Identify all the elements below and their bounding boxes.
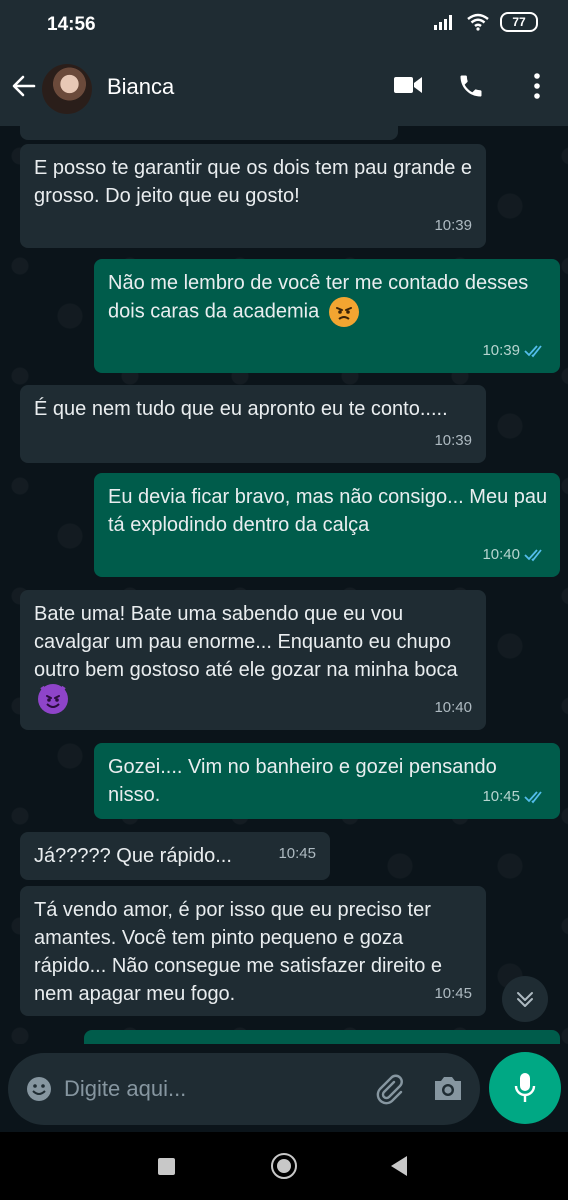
avatar[interactable] <box>42 64 92 114</box>
message-input[interactable]: Digite aqui... <box>64 1076 186 1102</box>
back-arrow-icon[interactable] <box>10 72 38 100</box>
status-time: 14:56 <box>47 14 96 35</box>
message-time: 10:39 <box>482 337 546 365</box>
message-bubble-incoming[interactable]: Já????? Que rápido... 10:45 <box>20 832 330 880</box>
message-text: Não me lembro de você ter me contado des… <box>108 272 529 323</box>
message-bubble-incoming[interactable]: 10:39 <box>20 126 398 140</box>
status-icons: 77 <box>434 12 538 32</box>
video-call-icon[interactable] <box>393 74 423 96</box>
message-bubble-incoming[interactable]: Bate uma! Bate uma sabendo que eu vou ca… <box>20 590 486 730</box>
message-text: Já????? Que rápido... <box>34 845 232 867</box>
message-time: 10:39 <box>434 217 472 234</box>
emoji-icon[interactable] <box>25 1075 53 1103</box>
camera-icon[interactable] <box>432 1074 464 1102</box>
read-ticks-icon <box>524 791 542 804</box>
message-text: Eu devia ficar bravo, mas não consigo...… <box>108 486 548 536</box>
message-bubble-outgoing[interactable]: Gozei.... Vim no banheiro e gozei pensan… <box>94 743 560 819</box>
message-time: 10:45 <box>434 985 472 1002</box>
read-ticks-icon <box>524 345 542 358</box>
status-bar: 14:56 77 <box>0 0 568 48</box>
read-ticks-icon <box>524 549 542 562</box>
battery-icon: 77 <box>500 12 538 32</box>
scroll-to-bottom-button[interactable] <box>502 976 548 1022</box>
microphone-icon <box>514 1073 536 1102</box>
message-bubble-incoming[interactable]: Tá vendo amor, é por isso que eu preciso… <box>20 886 486 1016</box>
message-text: É que nem tudo que eu apronto eu te cont… <box>34 398 448 420</box>
message-bubble-incoming[interactable]: É que nem tudo que eu apronto eu te cont… <box>20 385 486 463</box>
message-text: Gozei.... Vim no banheiro e gozei pensan… <box>108 756 497 806</box>
message-time: 10:45 <box>278 845 316 862</box>
message-text: Bate uma! Bate uma sabendo que eu vou ca… <box>34 603 458 681</box>
voice-call-icon[interactable] <box>457 72 485 100</box>
message-time: 10:40 <box>434 699 472 716</box>
angry-face-icon <box>328 297 359 327</box>
message-bubble-outgoing[interactable] <box>84 1030 560 1044</box>
contact-name[interactable]: Bianca <box>107 74 174 100</box>
home-button[interactable] <box>271 1153 297 1179</box>
chat-area[interactable]: 10:39 E posso te garantir que os dois te… <box>0 126 568 1044</box>
recents-button[interactable] <box>158 1158 175 1175</box>
message-composer: Digite aqui... <box>8 1053 480 1125</box>
message-time: 10:40 <box>482 541 546 569</box>
message-text: Tá vendo amor, é por isso que eu preciso… <box>34 899 442 1005</box>
message-bubble-outgoing[interactable]: Eu devia ficar bravo, mas não consigo...… <box>94 473 560 577</box>
attach-icon[interactable] <box>374 1073 406 1105</box>
chat-header: Bianca <box>0 48 568 126</box>
signal-icon <box>434 15 452 30</box>
more-options-icon[interactable] <box>533 72 541 100</box>
message-bubble-incoming[interactable]: E posso te garantir que os dois tem pau … <box>20 144 486 248</box>
message-time: 10:39 <box>346 126 384 136</box>
smiling-devil-icon <box>38 684 68 714</box>
wifi-icon <box>467 13 489 31</box>
system-navigation-bar <box>0 1132 568 1200</box>
back-button[interactable] <box>390 1155 408 1177</box>
message-time: 10:45 <box>482 783 546 811</box>
chevron-double-down-icon <box>517 992 533 1007</box>
message-bubble-outgoing[interactable]: Não me lembro de você ter me contado des… <box>94 259 560 373</box>
message-time: 10:39 <box>434 432 472 449</box>
voice-message-button[interactable] <box>489 1052 561 1124</box>
message-text: E posso te garantir que os dois tem pau … <box>34 157 473 207</box>
